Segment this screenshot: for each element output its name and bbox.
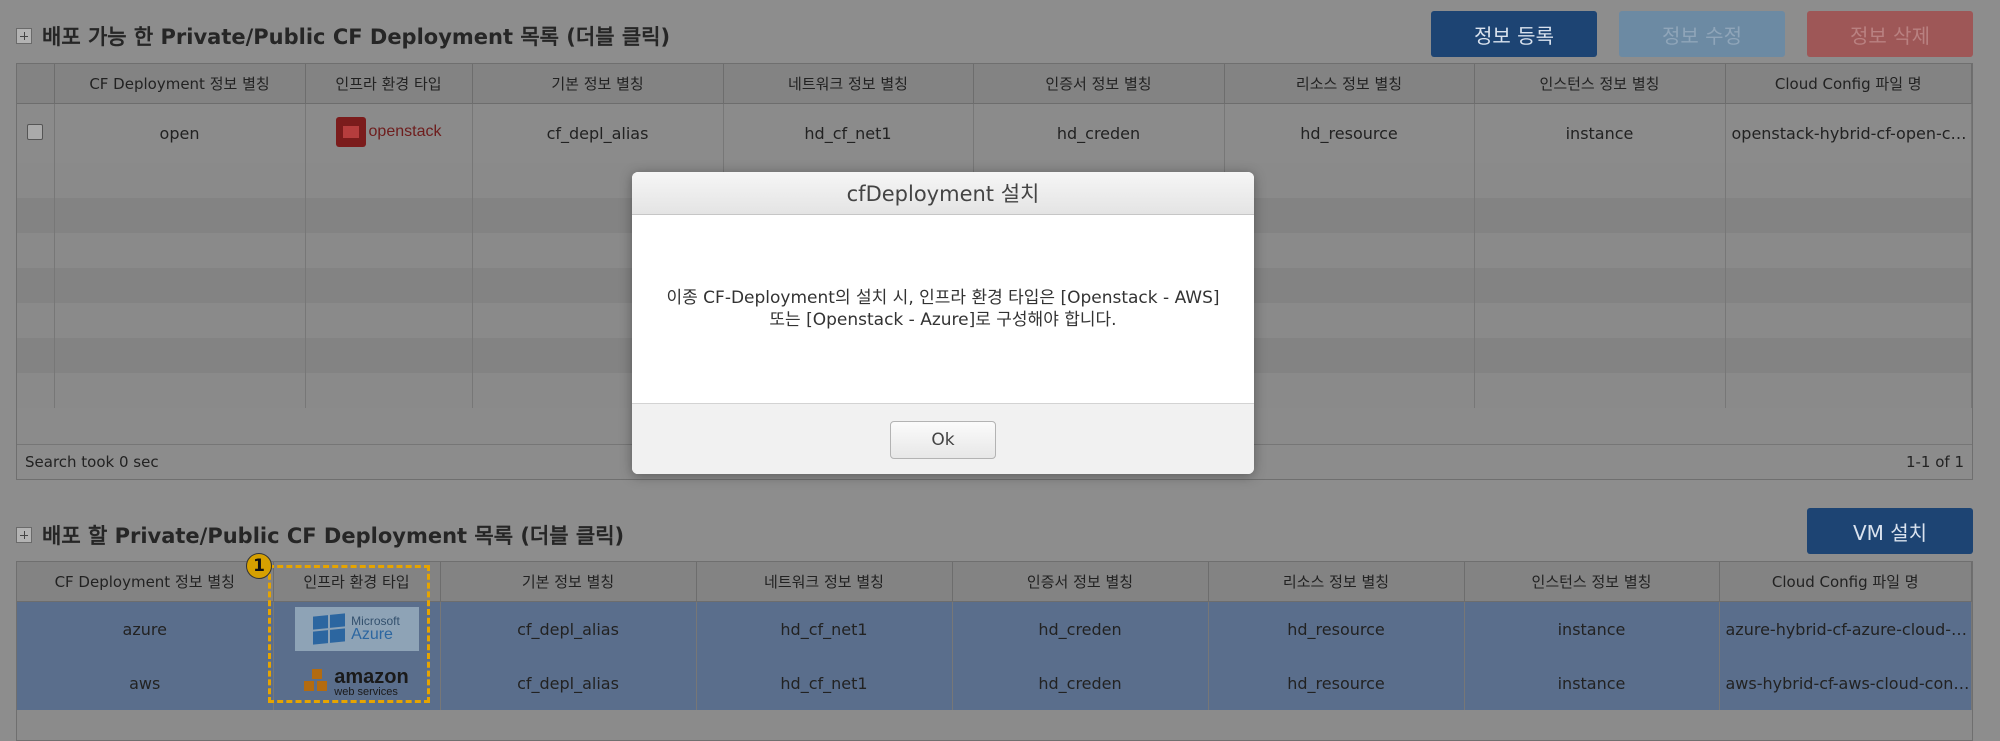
bottom-section-title: 배포 할 Private/Public CF Deployment 목록 (더블… xyxy=(16,515,624,555)
register-button[interactable]: 정보 등록 xyxy=(1431,11,1597,57)
top-header-row: CF Deployment 정보 별칭 인프라 환경 타입 기본 정보 별칭 네… xyxy=(17,64,1972,104)
row-checkbox[interactable] xyxy=(27,123,44,140)
infra-cell: Microsoft Azure xyxy=(273,601,441,656)
resource-cell: hd_resource xyxy=(1224,103,1475,163)
column-header[interactable]: 네트워크 정보 별칭 xyxy=(696,562,953,602)
cert-cell: hd_creden xyxy=(973,103,1225,163)
column-header[interactable]: Cloud Config 파일 명 xyxy=(1719,562,1972,602)
column-header[interactable]: 인스턴스 정보 별칭 xyxy=(1474,64,1726,104)
dialog-title: cfDeployment 설치 xyxy=(632,172,1254,215)
bottom-section-title-text: 배포 할 Private/Public CF Deployment 목록 (더블… xyxy=(42,524,625,548)
expand-plus-icon[interactable] xyxy=(16,527,32,543)
select-all-column[interactable] xyxy=(17,64,55,104)
alias-cell: azure xyxy=(17,601,274,656)
annotation-badge: 1 xyxy=(246,553,272,579)
alias-cell: aws xyxy=(17,656,274,710)
basic-cell: cf_depl_alias xyxy=(472,103,724,163)
network-cell: hd_cf_net1 xyxy=(696,656,953,710)
config-cell: aws-hybrid-cf-aws-cloud-conf... xyxy=(1719,656,1972,710)
resource-cell: hd_resource xyxy=(1208,601,1465,656)
ok-button[interactable]: Ok xyxy=(890,421,996,459)
config-cell: azure-hybrid-cf-azure-cloud-c... xyxy=(1719,601,1972,656)
cert-cell: hd_creden xyxy=(952,601,1209,656)
edit-button[interactable]: 정보 수정 xyxy=(1619,11,1785,57)
cert-cell: hd_creden xyxy=(952,656,1209,710)
windows-icon xyxy=(313,613,346,645)
network-cell: hd_cf_net1 xyxy=(696,601,953,656)
infra-cell: openstack xyxy=(305,103,473,163)
top-section-title-text: 배포 가능 한 Private/Public CF Deployment 목록 … xyxy=(42,25,671,49)
alias-cell: open xyxy=(54,103,306,163)
table-row[interactable]: azure Microsoft Azure cf_depl_alias hd_c… xyxy=(17,601,1972,656)
column-header[interactable]: 리소스 정보 별칭 xyxy=(1224,64,1475,104)
install-dialog: cfDeployment 설치 이종 CF-Deployment의 설치 시, … xyxy=(632,172,1254,474)
amazon-web-services-logo: amazon web services xyxy=(304,666,409,699)
column-header[interactable]: 인증서 정보 별칭 xyxy=(973,64,1225,104)
column-header[interactable]: CF Deployment 정보 별칭 xyxy=(17,562,274,602)
network-cell: hd_cf_net1 xyxy=(723,103,974,163)
row-checkbox-cell[interactable] xyxy=(17,103,55,163)
column-header[interactable]: 기본 정보 별칭 xyxy=(472,64,724,104)
dialog-footer: Ok xyxy=(632,403,1254,474)
column-header[interactable]: 네트워크 정보 별칭 xyxy=(723,64,974,104)
column-header[interactable]: 인증서 정보 별칭 xyxy=(952,562,1209,602)
delete-button[interactable]: 정보 삭제 xyxy=(1807,11,1973,57)
config-cell: openstack-hybrid-cf-open-clo... xyxy=(1725,103,1972,163)
aws-logo-text-2: web services xyxy=(334,686,398,699)
vm-install-button[interactable]: VM 설치 xyxy=(1807,508,1973,554)
azure-logo-text-2: Azure xyxy=(351,626,393,643)
top-section-title: 배포 가능 한 Private/Public CF Deployment 목록 … xyxy=(16,16,670,56)
paging-info: 1-1 of 1 xyxy=(1905,453,1964,471)
table-row[interactable]: open openstack cf_depl_alias hd_cf_net1 … xyxy=(17,103,1972,163)
openstack-logo-text: openstack xyxy=(368,122,442,140)
deploy-target-grid: CF Deployment 정보 별칭 인프라 환경 타입 기본 정보 별칭 네… xyxy=(16,561,1973,741)
openstack-mark-icon xyxy=(335,116,366,147)
instance-cell: instance xyxy=(1464,601,1720,656)
aws-boxes-icon xyxy=(304,669,330,697)
column-header[interactable]: Cloud Config 파일 명 xyxy=(1725,64,1972,104)
search-status: Search took 0 sec xyxy=(25,453,159,471)
dialog-message: 이종 CF-Deployment의 설치 시, 인프라 환경 타입은 [Open… xyxy=(666,287,1220,330)
expand-plus-icon[interactable] xyxy=(16,28,32,44)
column-header[interactable]: 리소스 정보 별칭 xyxy=(1208,562,1465,602)
column-header[interactable]: 인프라 환경 타입 xyxy=(305,64,473,104)
table-row[interactable]: aws amazon web services cf_depl_alias hd… xyxy=(17,656,1972,710)
column-header[interactable]: 인프라 환경 타입 xyxy=(273,562,441,602)
microsoft-azure-logo: Microsoft Azure xyxy=(294,607,419,651)
instance-cell: instance xyxy=(1464,656,1720,710)
aws-logo-text-1: amazon xyxy=(334,666,409,689)
bottom-header-row: CF Deployment 정보 별칭 인프라 환경 타입 기본 정보 별칭 네… xyxy=(17,562,1972,602)
instance-cell: instance xyxy=(1474,103,1726,163)
resource-cell: hd_resource xyxy=(1208,656,1465,710)
column-header[interactable]: 기본 정보 별칭 xyxy=(440,562,697,602)
column-header[interactable]: CF Deployment 정보 별칭 xyxy=(54,64,306,104)
column-header[interactable]: 인스턴스 정보 별칭 xyxy=(1464,562,1720,602)
basic-cell: cf_depl_alias xyxy=(440,601,697,656)
infra-cell: amazon web services xyxy=(273,656,441,710)
openstack-logo: openstack xyxy=(335,116,442,147)
basic-cell: cf_depl_alias xyxy=(440,656,697,710)
